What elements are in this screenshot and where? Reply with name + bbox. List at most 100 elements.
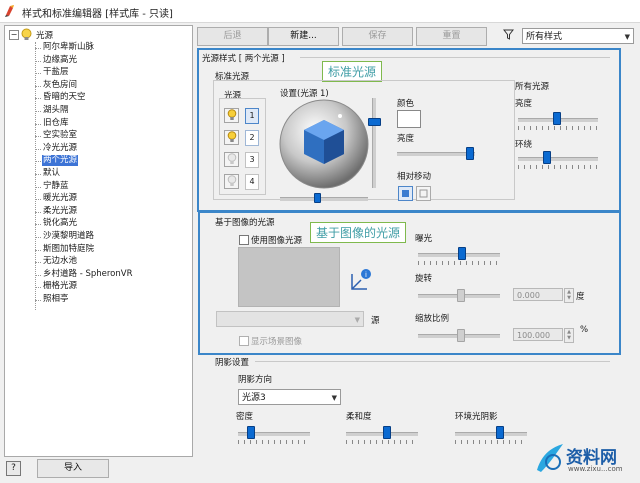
- elevation-slider-thumb[interactable]: [368, 118, 381, 126]
- reset-button[interactable]: 重置: [416, 27, 487, 46]
- tree-connector: [35, 48, 41, 49]
- axis-info-icon[interactable]: i: [349, 268, 373, 292]
- tree-item[interactable]: 边缘高光: [42, 55, 78, 66]
- light-3-button[interactable]: 3: [245, 152, 259, 168]
- light-4-button[interactable]: 4: [245, 174, 259, 190]
- brightness-slider-track[interactable]: [397, 152, 475, 156]
- ambient-ticks: [518, 165, 598, 169]
- ambient-shadow-label: 环境光阴影: [455, 412, 498, 422]
- chevron-down-icon: ▼: [331, 394, 337, 402]
- shadow-divider: [255, 361, 610, 362]
- tree-connector: [35, 161, 41, 163]
- show-scene-image-label: 显示场景图像: [251, 337, 303, 347]
- shadow-header: 阴影设置: [215, 358, 250, 368]
- tree-item-selected[interactable]: 两个光源: [42, 155, 79, 167]
- tree-item[interactable]: 栅格光源: [42, 281, 78, 292]
- watermark-url: www.zixu...com: [568, 465, 623, 473]
- light-style-header: 光源样式 [ 两个光源 ]: [202, 54, 285, 64]
- filter-icon[interactable]: [503, 29, 514, 40]
- tree-item[interactable]: 默认: [42, 168, 61, 179]
- tree-item[interactable]: 空实验室: [42, 130, 78, 141]
- back-button[interactable]: 后退: [197, 27, 268, 46]
- softness-slider-thumb[interactable]: [383, 426, 391, 439]
- light-3-toggle[interactable]: [224, 152, 239, 167]
- import-button[interactable]: 导入: [37, 459, 109, 478]
- light-position-sphere[interactable]: [278, 98, 370, 190]
- ibl-source-select[interactable]: ▼: [216, 311, 364, 327]
- tree-connector: [35, 287, 41, 289]
- tree-connector: [35, 274, 41, 276]
- ambient-slider-track[interactable]: [518, 157, 598, 161]
- all-brightness-slider-thumb[interactable]: [553, 112, 561, 125]
- save-button[interactable]: 保存: [342, 27, 413, 46]
- brightness-slider-thumb[interactable]: [466, 147, 474, 160]
- style-filter-value: 所有样式: [526, 32, 563, 42]
- relative-move-off-button[interactable]: [416, 186, 431, 201]
- shadow-direction-select[interactable]: 光源3 ▼: [238, 389, 341, 405]
- tree-item[interactable]: 无边水池: [42, 256, 78, 267]
- density-slider-thumb[interactable]: [247, 426, 255, 439]
- tree-root-label[interactable]: 光源: [36, 29, 53, 41]
- header-divider: [300, 57, 610, 58]
- tree-connector: [35, 300, 41, 301]
- tree-item[interactable]: 柔光光源: [42, 206, 78, 217]
- scale-spinner[interactable]: ▲ ▼: [564, 328, 574, 343]
- tree-item[interactable]: 照相亭: [42, 294, 70, 305]
- lightbulb-icon: [21, 28, 32, 40]
- ambient-shadow-slider-thumb[interactable]: [496, 426, 504, 439]
- tree-connector: [35, 199, 41, 201]
- tree-item[interactable]: 暖光光源: [42, 193, 78, 204]
- light-4-toggle[interactable]: [224, 174, 239, 189]
- tree-item[interactable]: 湖头隔: [42, 105, 70, 116]
- collapse-toggle[interactable]: −: [9, 30, 19, 40]
- tree-item[interactable]: 昏暗的天空: [42, 92, 87, 103]
- tree-item[interactable]: 宁静蓝: [42, 181, 70, 192]
- light-1-toggle[interactable]: [224, 108, 239, 123]
- ambient-shadow-slider-track[interactable]: [455, 432, 527, 436]
- brightness-label: 亮度: [397, 134, 415, 144]
- tree-item[interactable]: 灰色房间: [42, 80, 78, 91]
- window-title: 样式和标准编辑器 [样式库 - 只读]: [22, 9, 173, 20]
- tree-item[interactable]: 阿尔卑斯山脉: [42, 42, 95, 53]
- title-bar: 样式和标准编辑器 [样式库 - 只读]: [0, 0, 640, 23]
- tree-item[interactable]: 斯图加特庭院: [42, 244, 95, 255]
- tree-item[interactable]: 旧仓库: [42, 118, 70, 129]
- tree-connector: [35, 42, 36, 310]
- light-1-button[interactable]: 1: [245, 108, 259, 124]
- ibl-callout: 基于图像的光源: [310, 222, 407, 243]
- rotation-input[interactable]: 0.000: [513, 288, 563, 301]
- elevation-slider-track[interactable]: [372, 98, 376, 188]
- ibl-header: 基于图像的光源: [215, 218, 275, 228]
- scale-input[interactable]: 100.000: [513, 328, 563, 341]
- rotation-spinner[interactable]: ▲ ▼: [564, 288, 574, 303]
- use-ibl-checkbox[interactable]: [239, 235, 249, 245]
- new-button[interactable]: 新建...: [268, 27, 339, 46]
- light-2-button[interactable]: 2: [245, 130, 259, 146]
- color-swatch[interactable]: [397, 110, 421, 128]
- rotation-slider-track[interactable]: [280, 197, 368, 201]
- help-button[interactable]: ?: [6, 461, 21, 476]
- tree-item[interactable]: 沙漠黎明道路: [42, 231, 95, 242]
- exposure-slider-thumb[interactable]: [458, 247, 466, 260]
- softness-slider-track[interactable]: [346, 432, 418, 436]
- relative-move-on-button[interactable]: [398, 186, 413, 201]
- show-scene-image-checkbox[interactable]: [239, 336, 249, 346]
- ibl-rotation-slider-thumb[interactable]: [457, 289, 465, 302]
- tree-connector: [35, 136, 41, 138]
- softness-label: 柔和度: [346, 412, 372, 422]
- ambient-slider-thumb[interactable]: [543, 151, 551, 164]
- tree-connector: [35, 85, 41, 87]
- rotation-slider-thumb[interactable]: [314, 193, 321, 203]
- style-filter-select[interactable]: 所有样式 ▼: [522, 28, 634, 44]
- tree-connector: [35, 174, 41, 175]
- scale-slider-thumb[interactable]: [457, 329, 465, 342]
- tree-item[interactable]: 干盐层: [42, 67, 70, 78]
- tree-item[interactable]: 乡村道路 - SpheronVR: [42, 269, 134, 280]
- tree-item[interactable]: 冷光光源: [42, 143, 78, 154]
- light-2-toggle[interactable]: [224, 130, 239, 145]
- standard-light-callout: 标准光源: [322, 61, 383, 82]
- style-tree[interactable]: − 光源 阿尔卑斯山脉 边缘高光 干盐层灰色房间 昏暗的天空湖头隔旧仓库 空实验室冷光光…: [4, 25, 193, 457]
- tree-item[interactable]: 锐化高光: [42, 218, 78, 229]
- ambient-label: 环绕: [515, 140, 533, 150]
- chevron-down-icon: ▼: [624, 33, 630, 41]
